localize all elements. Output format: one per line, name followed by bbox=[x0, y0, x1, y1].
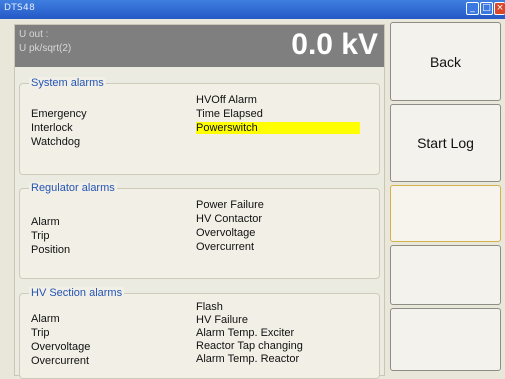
alarm-alarm: Alarm bbox=[31, 313, 60, 325]
close-icon: × bbox=[496, 3, 504, 13]
group-title: HV Section alarms bbox=[29, 287, 125, 299]
alarm-overvoltage: Overvoltage bbox=[31, 341, 91, 353]
alarm-powerswitch: Powerswitch bbox=[196, 122, 360, 134]
alarm-hv-contactor: HV Contactor bbox=[196, 213, 263, 225]
alarm-time-elapsed: Time Elapsed bbox=[196, 108, 263, 120]
group-title: Regulator alarms bbox=[29, 182, 117, 194]
maximize-icon: □ bbox=[482, 3, 491, 13]
alarm-watchdog: Watchdog bbox=[31, 136, 81, 148]
alarm-temp-reactor: Alarm Temp. Reactor bbox=[196, 353, 300, 365]
alarm-position: Position bbox=[31, 244, 71, 256]
system-alarms-group: System alarms Emergency Interlock Watchd… bbox=[19, 77, 380, 175]
hv-section-alarms-group: HV Section alarms Alarm Trip Overvoltage… bbox=[19, 287, 380, 379]
alarm-hv-failure: HV Failure bbox=[196, 314, 248, 326]
maximize-button[interactable]: □ bbox=[480, 2, 493, 15]
window-title: DTS48 bbox=[4, 3, 36, 13]
minimize-icon: _ bbox=[470, 3, 475, 13]
alarm-power-failure: Power Failure bbox=[196, 199, 264, 211]
alarm-overcurrent: Overcurrent bbox=[196, 241, 255, 253]
alarm-overvoltage: Overvoltage bbox=[196, 227, 256, 239]
alarm-hvoff: HVOff Alarm bbox=[196, 94, 257, 106]
alarm-flash: Flash bbox=[196, 301, 223, 313]
blank-button-1[interactable] bbox=[390, 185, 501, 242]
close-button[interactable]: × bbox=[494, 2, 505, 15]
back-button[interactable]: Back bbox=[390, 22, 501, 101]
alarm-temp-exciter: Alarm Temp. Exciter bbox=[196, 327, 295, 339]
title-bar: DTS48 _ □ × bbox=[0, 0, 505, 19]
voltage-value: 0.0 kV bbox=[291, 28, 378, 61]
blank-button-3[interactable] bbox=[390, 308, 501, 371]
voltage-readout: U out : U pk/sqrt(2) 0.0 kV bbox=[15, 25, 384, 67]
alarm-reactor-tap-changing: Reactor Tap changing bbox=[196, 340, 303, 352]
alarm-overcurrent: Overcurrent bbox=[31, 355, 90, 367]
u-out-label: U out : bbox=[19, 29, 49, 40]
alarm-emergency: Emergency bbox=[31, 108, 87, 120]
alarm-interlock: Interlock bbox=[31, 122, 73, 134]
group-title: System alarms bbox=[29, 77, 106, 89]
regulator-alarms-group: Regulator alarms Alarm Trip Position Pow… bbox=[19, 182, 380, 279]
u-pk-label: U pk/sqrt(2) bbox=[19, 43, 72, 54]
blank-button-2[interactable] bbox=[390, 245, 501, 305]
minimize-button[interactable]: _ bbox=[466, 2, 479, 15]
alarm-trip: Trip bbox=[31, 230, 50, 242]
alarm-trip: Trip bbox=[31, 327, 50, 339]
start-log-button[interactable]: Start Log bbox=[390, 104, 501, 182]
alarm-panel: U out : U pk/sqrt(2) 0.0 kV System alarm… bbox=[14, 24, 385, 379]
alarm-alarm: Alarm bbox=[31, 216, 60, 228]
